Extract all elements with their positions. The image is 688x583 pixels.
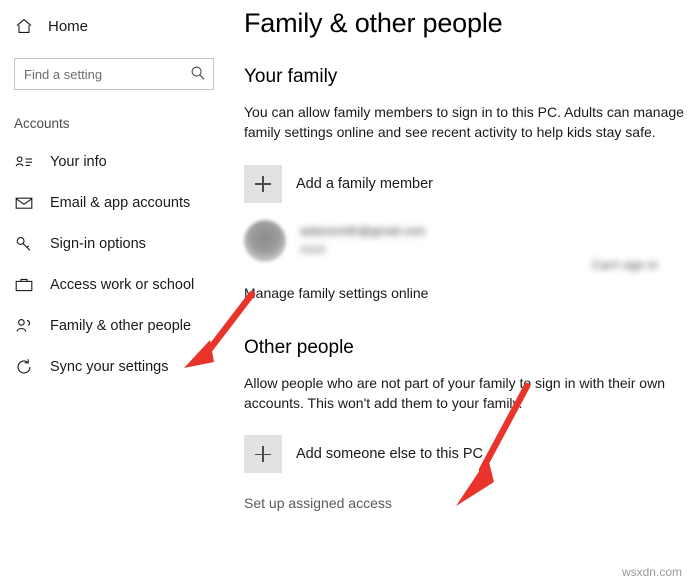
people-icon <box>14 316 34 336</box>
sidebar-item-access-work-or-school[interactable]: Access work or school <box>0 264 228 305</box>
home-icon <box>14 16 34 36</box>
sidebar-item-email-app-accounts[interactable]: Email & app accounts <box>0 182 228 223</box>
watermark: wsxdn.com <box>621 565 682 579</box>
sidebar-item-label: Sign-in options <box>50 235 146 252</box>
sidebar-section-accounts: Accounts <box>14 116 70 131</box>
add-family-member-label: Add a family member <box>296 175 433 192</box>
sidebar-item-label: Your info <box>50 153 107 170</box>
other-people-description: Allow people who are not part of your fa… <box>244 374 665 411</box>
settings-content: Family & other people Your family You ca… <box>244 0 688 511</box>
page-title: Family & other people <box>244 8 503 38</box>
sidebar-item-home[interactable]: Home <box>0 8 228 44</box>
key-icon <box>14 234 34 254</box>
plus-icon <box>244 435 282 474</box>
add-someone-else-button[interactable]: Add someone else to this PC <box>244 435 688 474</box>
sidebar-item-label: Sync your settings <box>50 358 169 375</box>
section-heading-your-family: Your family <box>244 66 338 87</box>
sidebar-item-sync-your-settings[interactable]: Sync your settings <box>0 346 228 387</box>
search-icon[interactable] <box>190 65 206 81</box>
family-account-info: adamsmith@gmail.com Adult <box>300 222 426 259</box>
section-heading-other-people: Other people <box>244 336 354 358</box>
plus-icon <box>244 164 282 203</box>
family-account-name: adamsmith@gmail.com <box>300 224 426 239</box>
add-someone-else-label: Add someone else to this PC <box>296 446 483 463</box>
your-family-description: You can allow family members to sign in … <box>244 104 684 141</box>
family-account-right-status: Can't sign in <box>592 258 658 272</box>
envelope-icon <box>14 193 34 213</box>
sidebar-item-your-info[interactable]: Your info <box>0 141 228 182</box>
manage-family-settings-link[interactable]: Manage family settings online <box>244 285 688 301</box>
sync-icon <box>14 357 34 377</box>
sidebar-home-label: Home <box>48 17 89 35</box>
family-account-row[interactable]: adamsmith@gmail.com Adult <box>244 219 688 263</box>
person-card-icon <box>14 152 34 172</box>
avatar <box>244 219 286 262</box>
sidebar-item-sign-in-options[interactable]: Sign-in options <box>0 223 228 264</box>
briefcase-icon <box>14 275 34 295</box>
settings-window: Home Accounts Your <box>0 0 688 583</box>
sidebar-item-label: Email & app accounts <box>50 194 191 211</box>
sidebar-item-label: Access work or school <box>50 276 195 293</box>
sidebar-item-label: Family & other people <box>50 317 192 334</box>
family-account-status: Adult <box>300 244 326 257</box>
search-box[interactable] <box>14 58 226 90</box>
add-family-member-button[interactable]: Add a family member <box>244 164 688 203</box>
settings-sidebar: Home Accounts Your <box>0 0 228 583</box>
set-up-assigned-access-link[interactable]: Set up assigned access <box>244 495 688 511</box>
sidebar-item-family-and-other-people[interactable]: Family & other people <box>0 305 228 346</box>
